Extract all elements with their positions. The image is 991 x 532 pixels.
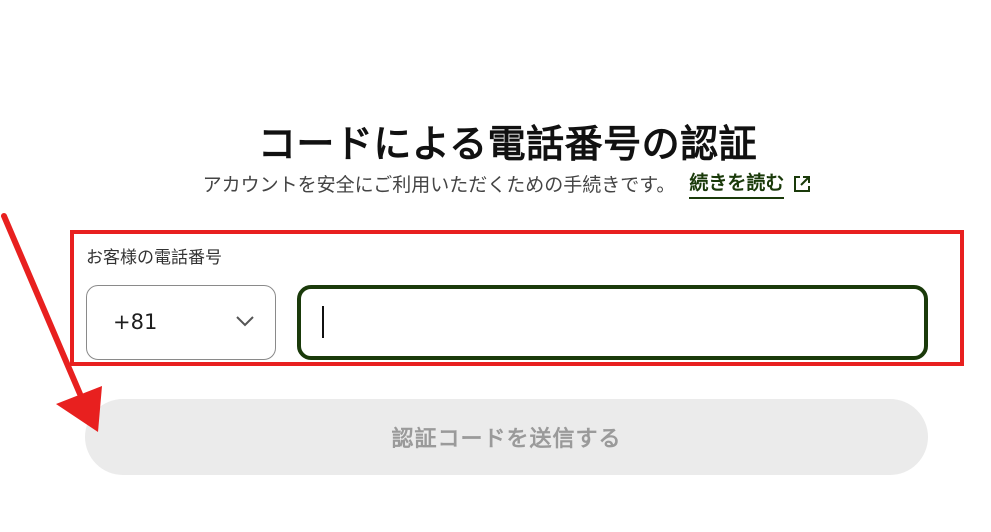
phone-field-label: お客様の電話番号 [86,248,222,268]
page-description: アカウントを安全にご利用いただくための手続きです。 [202,174,676,196]
description-row: アカウントを安全にご利用いただくための手続きです。 続きを読む [0,168,991,199]
chevron-down-icon [236,316,254,327]
external-link-icon[interactable] [792,174,812,194]
country-code-value: +81 [113,310,158,334]
phone-number-input[interactable] [297,285,928,360]
send-code-button[interactable]: 認証コードを送信する [85,399,928,475]
read-more-link[interactable]: 続きを読む [689,168,785,199]
country-code-select[interactable]: +81 [86,285,276,360]
page-title: コードによる電話番号の認証 [257,122,758,167]
text-cursor [322,306,324,338]
